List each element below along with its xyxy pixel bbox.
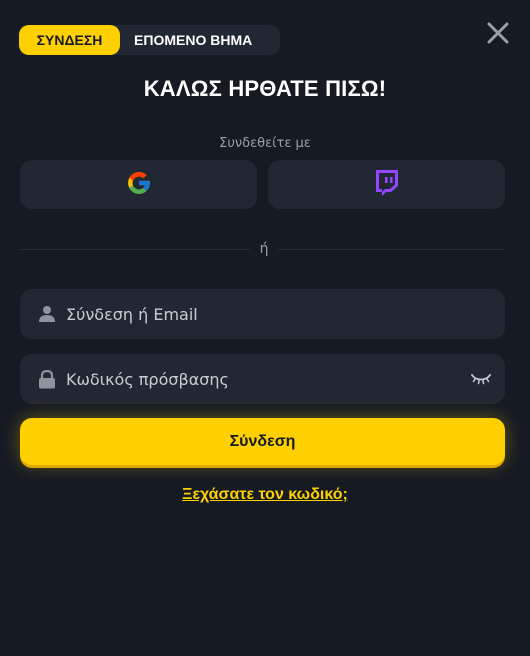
password-field[interactable] [20,354,505,404]
forgot-password-link[interactable]: Ξεχάσατε τον κωδικό; [0,486,530,504]
twitch-icon [374,169,400,201]
close-icon[interactable] [485,20,511,46]
twitch-login-button[interactable] [268,160,505,209]
lock-icon [36,369,58,389]
social-login-heading: Συνδεθείτε με [219,136,311,151]
login-field[interactable] [20,289,505,339]
google-icon [126,170,152,200]
eye-closed-icon[interactable] [471,373,491,385]
tab-next-step[interactable]: ΕΠΟΜΕΝΟ ΒΗΜΑ [120,25,266,55]
page-title: ΚΑΛΩΣ ΗΡΘΑΤΕ ΠΙΣΩ! [143,76,387,101]
divider-label: ή [250,240,278,258]
user-icon [36,305,58,323]
google-login-button[interactable] [20,160,257,209]
login-submit-button[interactable]: Σύνδεση [20,418,505,465]
tab-login[interactable]: ΣΥΝΔΕΣΗ [19,25,120,55]
auth-tabs: ΣΥΝΔΕΣΗ ΕΠΟΜΕΝΟ ΒΗΜΑ [19,25,280,55]
password-input[interactable] [66,354,471,404]
login-input[interactable] [66,289,505,339]
